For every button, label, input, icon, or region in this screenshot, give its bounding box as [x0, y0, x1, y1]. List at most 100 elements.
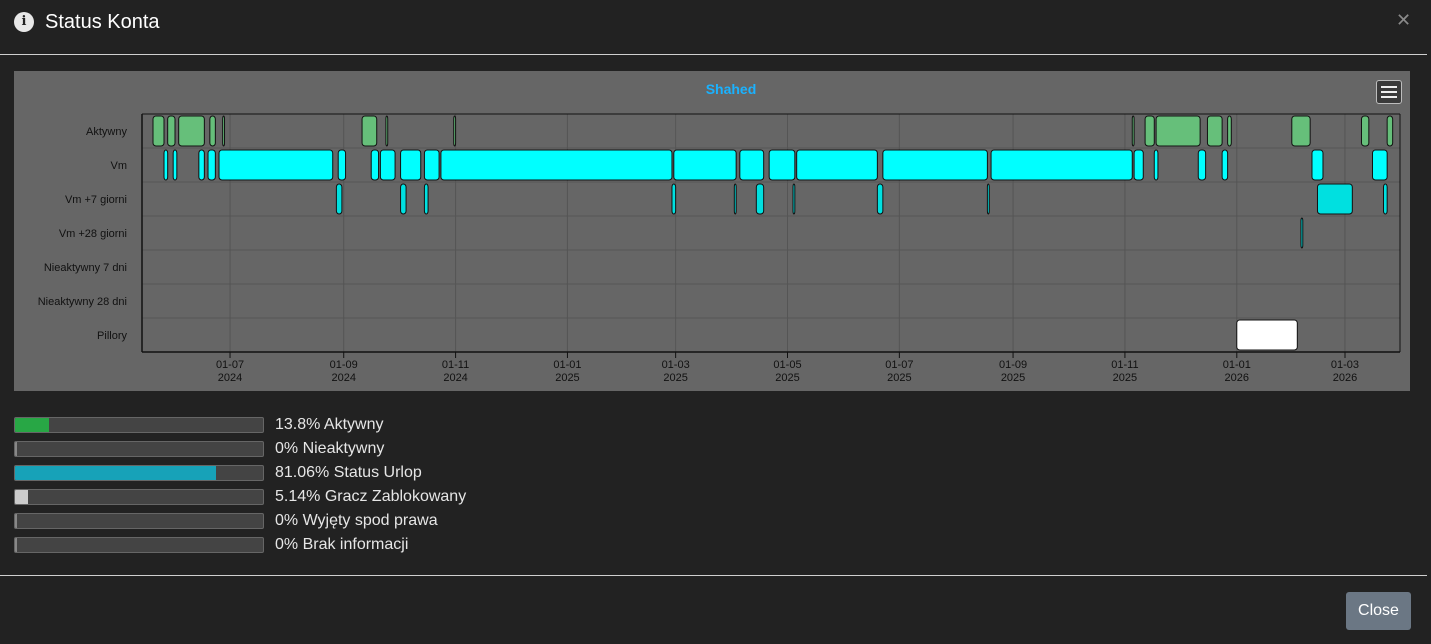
tick-label: 01-05 — [773, 359, 801, 371]
timeline-segment — [337, 149, 347, 181]
tick-year-label: 2025 — [1001, 372, 1025, 384]
timeline-segment — [361, 115, 378, 147]
chart-title: Shahed — [706, 81, 757, 97]
timeline-segment — [1311, 149, 1324, 181]
tick-year-label: 2024 — [218, 372, 242, 384]
close-icon[interactable]: ✕ — [1396, 10, 1411, 31]
timeline-segment — [379, 149, 396, 181]
stat-row: 0% Nieaktywny — [14, 440, 714, 464]
stat-progress-bar — [14, 537, 264, 553]
timeline-segment — [755, 183, 765, 215]
stat-progress-bar — [14, 417, 264, 433]
timeline-segment — [163, 149, 169, 181]
stat-label: 0% Brak informacji — [275, 536, 409, 553]
tick-label: 01-07 — [216, 359, 244, 371]
timeline-segment — [1236, 319, 1298, 351]
stat-row: 81.06% Status Urlop — [14, 464, 714, 488]
tick-label: 01-03 — [662, 359, 690, 371]
stat-progress-fill — [15, 418, 50, 432]
chart-menu-button[interactable] — [1376, 80, 1402, 104]
stat-progress-fill — [15, 514, 17, 528]
timeline-segment — [385, 115, 389, 147]
status-stats: 13.8% Aktywny 0% Nieaktywny 81.06% Status … — [14, 416, 714, 560]
tick-year-label: 2026 — [1333, 372, 1357, 384]
tick-year-label: 2025 — [887, 372, 911, 384]
timeline-segment — [1227, 115, 1232, 147]
tick-label: 01-01 — [553, 359, 581, 371]
timeline-segment — [1371, 149, 1388, 181]
category-label: Pillory — [97, 330, 127, 342]
stat-row: 0% Wyjęty spod prawa — [14, 512, 714, 536]
timeline-segment — [1133, 149, 1144, 181]
chart-svg: Shahed Aktywny Vm Vm +7 giorni Vm +28 giorni… — [38, 81, 1401, 384]
tick-year-label: 2024 — [331, 372, 355, 384]
timeline-segment — [1291, 115, 1311, 147]
tick-year-label: 2026 — [1225, 372, 1249, 384]
timeline-segment — [198, 149, 205, 181]
stat-progress-fill — [15, 538, 17, 552]
timeline-segment — [671, 183, 677, 215]
timeline-segment — [882, 149, 988, 181]
tick-year-label: 2025 — [775, 372, 799, 384]
timeline-segment — [990, 149, 1133, 181]
stat-label: 0% Wyjęty spod prawa — [275, 512, 438, 529]
category-label: Vm — [111, 160, 128, 172]
stat-progress-fill — [15, 490, 28, 504]
stat-progress-bar — [14, 513, 264, 529]
timeline-segment — [733, 183, 737, 215]
timeline-segment — [1221, 149, 1229, 181]
category-label: Vm +28 giorni — [59, 228, 127, 240]
category-label: Nieaktywny 7 dni — [44, 262, 127, 274]
timeline-segment — [400, 149, 422, 181]
stat-progress-bar — [14, 489, 264, 505]
stat-row: 13.8% Aktywny — [14, 416, 714, 440]
close-button[interactable]: Close — [1346, 592, 1411, 630]
timeline-segment — [178, 115, 205, 147]
timeline-segment — [453, 115, 457, 147]
timeline-segment — [400, 183, 407, 215]
timeline-segment — [1382, 183, 1388, 215]
timeline-segment — [167, 115, 176, 147]
tick-year-label: 2025 — [1113, 372, 1137, 384]
timeline-segment — [796, 149, 878, 181]
timeline-segment — [1386, 115, 1394, 147]
stat-row: 5.14% Gracz Zablokowany — [14, 488, 714, 512]
timeline-segment — [986, 183, 990, 215]
timeline-segment — [370, 149, 380, 181]
info-icon: i — [14, 12, 34, 32]
timeline-segment — [1316, 183, 1353, 215]
tick-label: 01-01 — [1223, 359, 1251, 371]
timeline-segment — [440, 149, 673, 181]
status-timeline-chart: Shahed Aktywny Vm Vm +7 giorni Vm +28 giorni… — [14, 71, 1410, 391]
tick-label: 01-11 — [1111, 359, 1138, 371]
footer-divider — [0, 575, 1427, 576]
category-label: Vm +7 giorni — [65, 194, 127, 206]
timeline-segment — [1360, 115, 1370, 147]
timeline-segment — [207, 149, 216, 181]
stat-label: 5.14% Gracz Zablokowany — [275, 488, 467, 505]
tick-label: 01-03 — [1331, 359, 1359, 371]
timeline-segment — [1144, 115, 1155, 147]
timeline-segment — [152, 115, 165, 147]
timeline-segment — [1206, 115, 1223, 147]
tick-year-label: 2025 — [663, 372, 687, 384]
tick-label: 01-11 — [442, 359, 469, 371]
modal-header: i Status Konta ✕ — [0, 0, 1427, 55]
timeline-segment — [423, 183, 429, 215]
stat-label: 0% Nieaktywny — [275, 440, 385, 457]
category-label: Nieaktywny 28 dni — [38, 296, 127, 308]
timeline-segment — [739, 149, 765, 181]
timeline-segment — [1155, 115, 1201, 147]
stat-progress-fill — [15, 442, 17, 456]
modal-title: Status Konta — [45, 11, 160, 33]
stat-progress-fill — [15, 466, 217, 480]
stat-progress-bar — [14, 441, 264, 457]
stat-label: 81.06% Status Urlop — [275, 464, 422, 481]
timeline-segment — [1300, 217, 1304, 249]
stat-row: 0% Brak informacji — [14, 536, 714, 560]
stat-label: 13.8% Aktywny — [275, 416, 384, 433]
tick-year-label: 2025 — [555, 372, 579, 384]
timeline-segment — [768, 149, 796, 181]
stat-progress-bar — [14, 465, 264, 481]
timeline-segment — [1131, 115, 1135, 147]
